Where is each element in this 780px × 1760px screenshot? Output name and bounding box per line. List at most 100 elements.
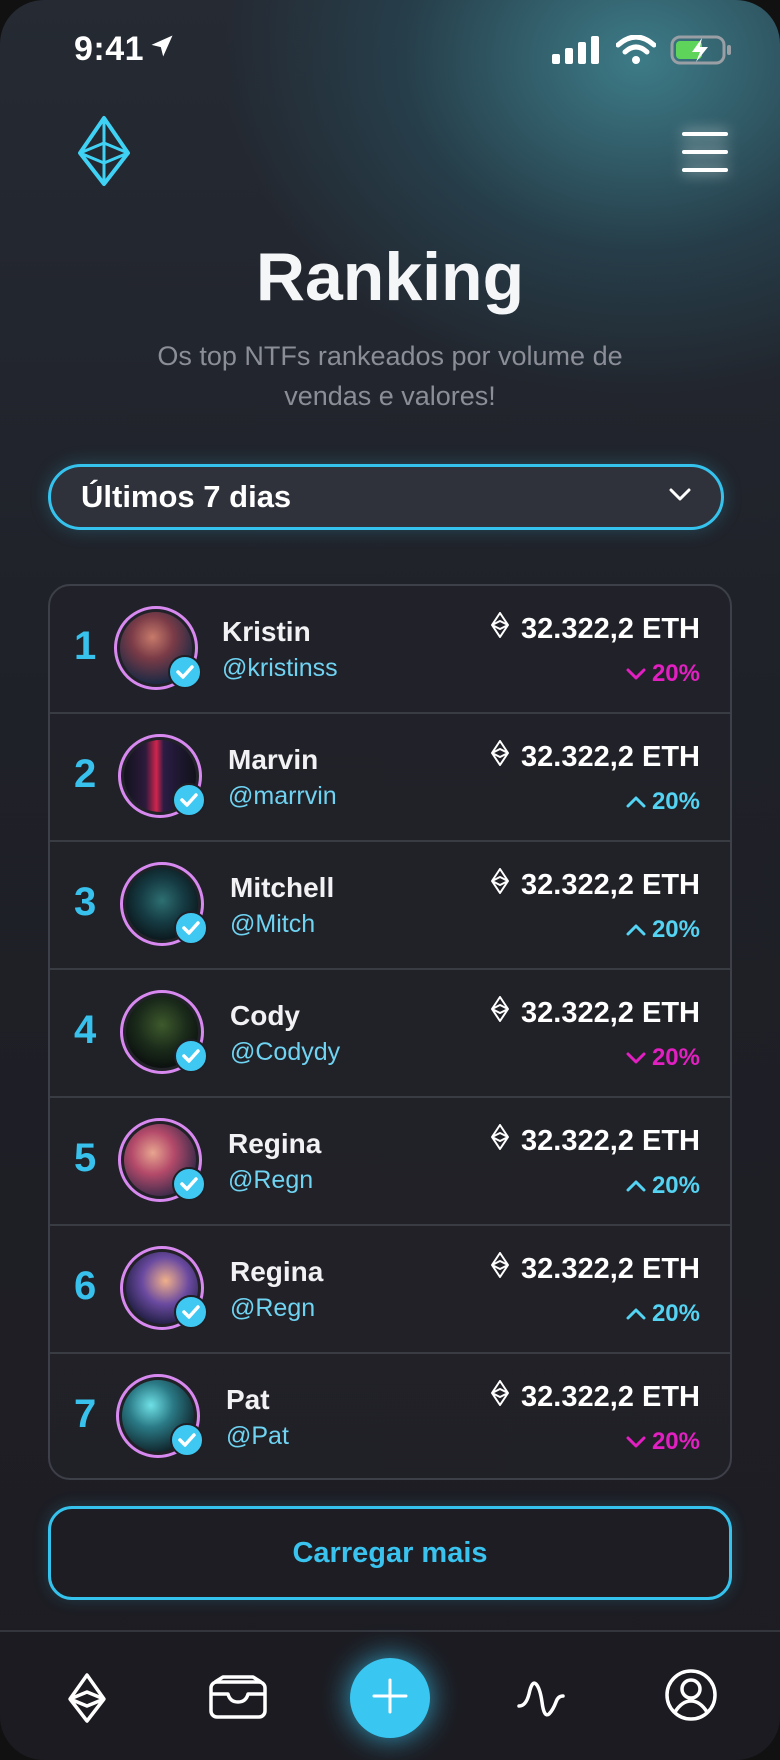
rank-number: 5: [74, 1136, 97, 1180]
volume-amount: 32.322,2 ETH: [491, 1252, 700, 1286]
user-handle: @Codydy: [230, 1038, 341, 1066]
volume-amount: 32.322,2 ETH: [491, 996, 700, 1030]
user-name: Regina: [230, 1256, 324, 1287]
wifi-icon: [615, 34, 657, 70]
change-value: 20%: [651, 788, 700, 815]
user-handle: @kristinss: [222, 654, 338, 682]
change-indicator: 20%: [626, 1172, 700, 1200]
user-handle: @Regn: [230, 1294, 316, 1322]
avatar: [118, 1118, 206, 1202]
page-title: Ranking: [255, 239, 525, 315]
chevron-up-icon: [626, 1172, 646, 1200]
page-subtitle: Os top NTFs rankeados por volume de vend…: [157, 341, 623, 411]
volume-amount: 32.322,2 ETH: [491, 1380, 700, 1414]
volume-amount: 32.322,2 ETH: [491, 1124, 700, 1158]
ethereum-icon[interactable]: [66, 1672, 108, 1729]
volume-amount-value: 32.322,2 ETH: [521, 612, 700, 645]
ethereum-logo-icon[interactable]: [76, 115, 132, 192]
ranking-row[interactable]: 4 Cody @Codydy 32.322,2 ETH 20%: [50, 970, 730, 1098]
change-value: 20%: [651, 1172, 700, 1199]
verified-badge-icon: [173, 910, 209, 951]
chevron-up-icon: [626, 916, 646, 944]
volume-amount: 32.322,2 ETH: [491, 868, 700, 902]
wallet-icon[interactable]: [208, 1674, 268, 1725]
change-value: 20%: [651, 1428, 700, 1455]
user-handle: @Mitch: [230, 910, 316, 938]
user-name: Marvin: [228, 744, 319, 775]
rank-number: 1: [74, 624, 97, 668]
change-indicator: 20%: [626, 1300, 700, 1328]
chevron-up-icon: [626, 1300, 646, 1328]
volume-amount-value: 32.322,2 ETH: [521, 1252, 700, 1285]
ranking-list: 1 Kristin @kristinss 32.322,2 ETH 20% 2: [48, 584, 732, 1480]
status-time-text: 9:41: [74, 30, 145, 68]
change-indicator: 20%: [626, 1044, 700, 1072]
avatar: [120, 1246, 208, 1330]
change-indicator: 20%: [626, 1428, 700, 1456]
cellular-signal-icon: [552, 36, 602, 69]
avatar: [116, 1374, 204, 1458]
volume-amount-value: 32.322,2 ETH: [521, 868, 700, 901]
user-name: Cody: [230, 1000, 300, 1031]
ethereum-icon: [491, 612, 510, 646]
user-name: Regina: [228, 1128, 322, 1159]
change-indicator: 20%: [626, 788, 700, 816]
change-value: 20%: [651, 660, 700, 687]
verified-badge-icon: [167, 654, 203, 695]
ranking-row[interactable]: 5 Regina @Regn 32.322,2 ETH 20%: [50, 1098, 730, 1226]
period-dropdown[interactable]: Últimos 7 dias: [48, 464, 724, 530]
user-name: Mitchell: [230, 872, 335, 903]
user-handle: @marrvin: [228, 782, 337, 810]
rank-number: 6: [74, 1264, 97, 1308]
status-icons: [552, 34, 732, 71]
avatar: [118, 734, 206, 818]
verified-badge-icon: [171, 782, 207, 823]
volume-amount-value: 32.322,2 ETH: [521, 1380, 700, 1413]
ranking-row[interactable]: 3 Mitchell @Mitch 32.322,2 ETH 20%: [50, 842, 730, 970]
change-value: 20%: [651, 1044, 700, 1071]
verified-badge-icon: [169, 1422, 205, 1463]
ranking-row[interactable]: 2 Marvin @marrvin 32.322,2 ETH 20%: [50, 714, 730, 842]
rank-number: 4: [74, 1008, 97, 1052]
volume-amount-value: 32.322,2 ETH: [521, 740, 700, 773]
ethereum-icon: [491, 1124, 510, 1158]
ranking-row[interactable]: 1 Kristin @kristinss 32.322,2 ETH 20%: [50, 586, 730, 714]
ethereum-icon: [491, 1252, 510, 1286]
volume-amount: 32.322,2 ETH: [491, 740, 700, 774]
chevron-down-icon: [626, 660, 646, 688]
period-dropdown-value: Últimos 7 dias: [81, 479, 292, 514]
plus-icon: [370, 1676, 410, 1721]
ethereum-icon: [491, 868, 510, 902]
change-value: 20%: [651, 1300, 700, 1327]
avatar: [120, 990, 208, 1074]
verified-badge-icon: [171, 1166, 207, 1207]
change-value: 20%: [651, 916, 700, 943]
rank-number: 7: [74, 1392, 97, 1436]
change-indicator: 20%: [626, 660, 700, 688]
volume-amount-value: 32.322,2 ETH: [521, 1124, 700, 1157]
phone-screen: 9:41 Ranking Os top NTFs rankeados por v…: [0, 0, 780, 1760]
location-arrow-icon: [148, 30, 176, 69]
ranking-row[interactable]: 7 Pat @Pat 32.322,2 ETH 20%: [50, 1354, 730, 1478]
ranking-row[interactable]: 6 Regina @Regn 32.322,2 ETH 20%: [50, 1226, 730, 1354]
volume-amount-value: 32.322,2 ETH: [521, 996, 700, 1029]
ethereum-icon: [491, 996, 510, 1030]
battery-charging-icon: [670, 34, 732, 71]
verified-badge-icon: [173, 1294, 209, 1335]
user-name: Kristin: [222, 616, 311, 647]
hamburger-menu-icon[interactable]: [682, 132, 728, 172]
activity-icon[interactable]: [516, 1676, 566, 1727]
load-more-button[interactable]: Carregar mais: [48, 1506, 732, 1600]
chevron-down-icon: [669, 488, 691, 507]
user-handle: @Pat: [226, 1422, 289, 1450]
volume-amount: 32.322,2 ETH: [491, 612, 700, 646]
ethereum-icon: [491, 1380, 510, 1414]
avatar: [114, 606, 202, 690]
chevron-down-icon: [626, 1428, 646, 1456]
rank-number: 3: [74, 880, 97, 924]
change-indicator: 20%: [626, 916, 700, 944]
status-time: 9:41: [74, 30, 176, 69]
add-button[interactable]: [350, 1658, 430, 1738]
profile-icon[interactable]: [664, 1668, 718, 1727]
user-name: Pat: [226, 1384, 270, 1415]
